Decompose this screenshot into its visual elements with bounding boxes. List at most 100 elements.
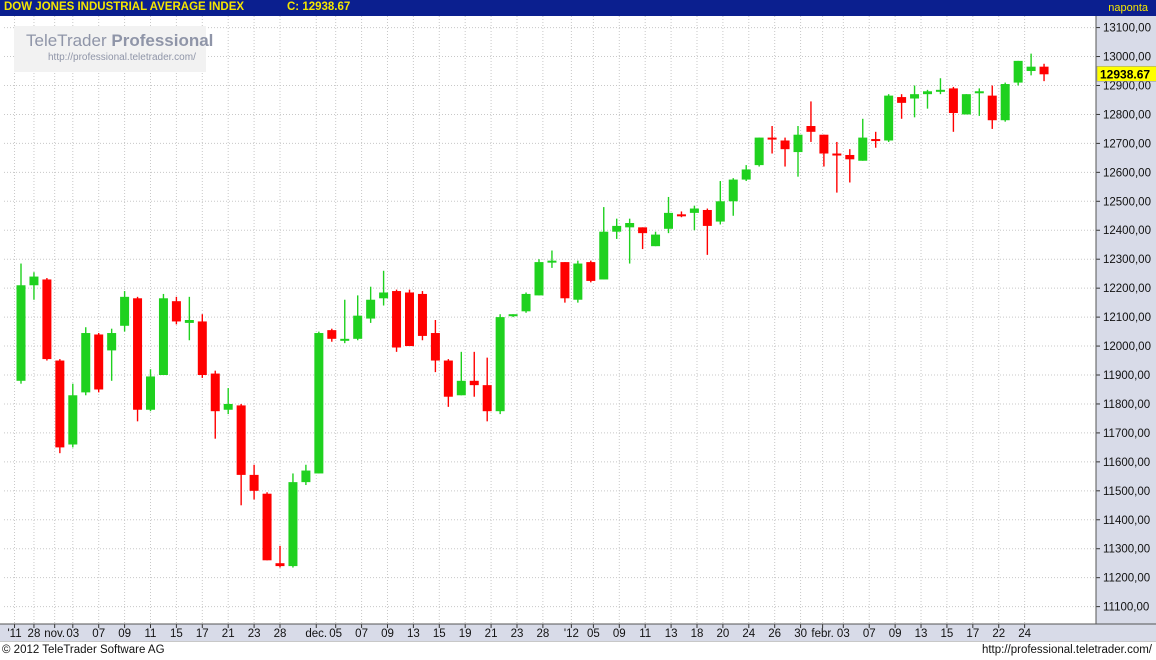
candle-body-up[interactable] bbox=[288, 482, 298, 567]
candle-body-down[interactable] bbox=[702, 209, 712, 226]
candle-body-down[interactable] bbox=[806, 126, 816, 132]
candle-body-up[interactable] bbox=[1026, 66, 1036, 72]
candle-body-up[interactable] bbox=[508, 314, 518, 317]
candle-body-down[interactable] bbox=[262, 493, 272, 561]
candle-body-down[interactable] bbox=[197, 321, 207, 376]
x-tick-label: 11 bbox=[145, 628, 157, 640]
candle-body-down[interactable] bbox=[948, 88, 958, 113]
candle-body-up[interactable] bbox=[534, 262, 544, 296]
candle-body-down[interactable] bbox=[469, 380, 479, 386]
candle-body-up[interactable] bbox=[29, 276, 39, 286]
candle-body-up[interactable] bbox=[107, 333, 117, 351]
candle-body-up[interactable] bbox=[158, 298, 168, 376]
x-tick-label: 05 bbox=[587, 628, 600, 640]
candle-body-down[interactable] bbox=[94, 334, 104, 390]
candle-body-up[interactable] bbox=[664, 212, 673, 229]
candle-body-up[interactable] bbox=[923, 91, 932, 95]
candle-body-up[interactable] bbox=[754, 137, 764, 166]
candle-body-down[interactable] bbox=[676, 214, 686, 217]
y-tick-label: 12300,00 bbox=[1103, 254, 1151, 266]
candle-body-down[interactable] bbox=[55, 360, 65, 448]
candle-body-up[interactable] bbox=[961, 94, 971, 115]
candle-body-up[interactable] bbox=[651, 234, 661, 247]
candle-body-down[interactable] bbox=[767, 137, 777, 140]
candle-body-down[interactable] bbox=[1039, 66, 1049, 75]
candle-body-up[interactable] bbox=[1013, 60, 1023, 83]
y-tick-label: 12700,00 bbox=[1103, 138, 1151, 150]
candle-body-down[interactable] bbox=[482, 385, 492, 412]
candlestick-chart[interactable]: 11100,00 11200,00 11300,00 11400,00 11500,00… bbox=[0, 16, 1156, 641]
candle-body-up[interactable] bbox=[935, 89, 945, 92]
candle-body-up[interactable] bbox=[599, 231, 609, 280]
candle-body-up[interactable] bbox=[120, 296, 130, 326]
plot-background bbox=[0, 16, 1156, 641]
candle-body-up[interactable] bbox=[625, 223, 635, 228]
x-tick-label: 19 bbox=[459, 628, 472, 640]
candle-body-down[interactable] bbox=[417, 293, 427, 336]
candle-body-up[interactable] bbox=[547, 260, 557, 263]
candle-body-down[interactable] bbox=[327, 330, 337, 339]
candle-body-up[interactable] bbox=[1000, 84, 1010, 121]
candle-body-up[interactable] bbox=[16, 285, 26, 381]
candle-body-up[interactable] bbox=[366, 299, 376, 319]
footer-url[interactable]: http://professional.teletrader.com/ bbox=[982, 644, 1152, 656]
y-tick-label: 12400,00 bbox=[1103, 225, 1151, 237]
candle-body-down[interactable] bbox=[210, 373, 220, 412]
x-tick-label: 11 bbox=[639, 628, 651, 640]
candle-body-up[interactable] bbox=[728, 179, 738, 202]
candle-body-down[interactable] bbox=[443, 360, 453, 397]
candle-body-down[interactable] bbox=[171, 301, 181, 322]
candle-body-up[interactable] bbox=[858, 137, 868, 161]
x-tick-label: 13 bbox=[665, 628, 678, 640]
candle-body-up[interactable] bbox=[715, 201, 725, 222]
candle-body-up[interactable] bbox=[793, 134, 803, 153]
candle-body-down[interactable] bbox=[832, 153, 842, 156]
x-tick-label: '12 bbox=[564, 628, 579, 640]
candle-body-down[interactable] bbox=[897, 97, 907, 103]
candle-body-down[interactable] bbox=[638, 227, 648, 234]
candle-body-up[interactable] bbox=[884, 95, 894, 141]
candle-body-down[interactable] bbox=[560, 262, 570, 299]
x-tick-label: 28 bbox=[28, 628, 41, 640]
candle-body-down[interactable] bbox=[871, 139, 881, 142]
x-tick-label: 30 bbox=[794, 628, 807, 640]
candle-body-down[interactable] bbox=[133, 298, 143, 410]
candle-body-up[interactable] bbox=[456, 380, 466, 396]
x-tick-label: 05 bbox=[329, 628, 342, 640]
candle-body-up[interactable] bbox=[521, 293, 531, 312]
y-tick-label: 12900,00 bbox=[1103, 80, 1151, 92]
candle-body-up[interactable] bbox=[910, 94, 920, 99]
candle-body-up[interactable] bbox=[495, 317, 505, 412]
candle-body-down[interactable] bbox=[780, 140, 790, 150]
candle-body-up[interactable] bbox=[353, 315, 363, 339]
candle-body-down[interactable] bbox=[42, 279, 52, 360]
candle-body-up[interactable] bbox=[223, 403, 233, 410]
candle-body-up[interactable] bbox=[314, 333, 324, 474]
candle-body-up[interactable] bbox=[184, 320, 194, 323]
candle-body-up[interactable] bbox=[81, 333, 91, 393]
candle-body-up[interactable] bbox=[301, 470, 311, 483]
candle-body-up[interactable] bbox=[741, 169, 751, 180]
candle-body-up[interactable] bbox=[573, 263, 583, 300]
candle-body-down[interactable] bbox=[586, 262, 596, 281]
x-tick-label: 15 bbox=[433, 628, 446, 640]
interval-label[interactable]: naponta bbox=[1108, 2, 1148, 14]
x-tick-label: 21 bbox=[222, 628, 235, 640]
candle-body-up[interactable] bbox=[340, 338, 350, 341]
candle-body-down[interactable] bbox=[275, 563, 285, 567]
candle-body-down[interactable] bbox=[987, 95, 997, 121]
candle-body-down[interactable] bbox=[819, 134, 829, 154]
candle-body-up[interactable] bbox=[68, 395, 78, 445]
candle-body-up[interactable] bbox=[689, 208, 699, 213]
candle-body-down[interactable] bbox=[845, 154, 855, 160]
candle-body-down[interactable] bbox=[249, 474, 259, 491]
candle-body-down[interactable] bbox=[392, 291, 402, 348]
chart-header: DOW JONES INDUSTRIAL AVERAGE INDEX C: 12… bbox=[0, 0, 1156, 16]
candle-body-up[interactable] bbox=[379, 292, 389, 299]
candle-body-down[interactable] bbox=[405, 292, 414, 347]
candle-body-down[interactable] bbox=[236, 405, 246, 475]
candle-body-up[interactable] bbox=[612, 225, 622, 232]
candle-body-up[interactable] bbox=[974, 91, 984, 94]
candle-body-up[interactable] bbox=[146, 376, 155, 410]
candle-body-down[interactable] bbox=[430, 333, 440, 361]
